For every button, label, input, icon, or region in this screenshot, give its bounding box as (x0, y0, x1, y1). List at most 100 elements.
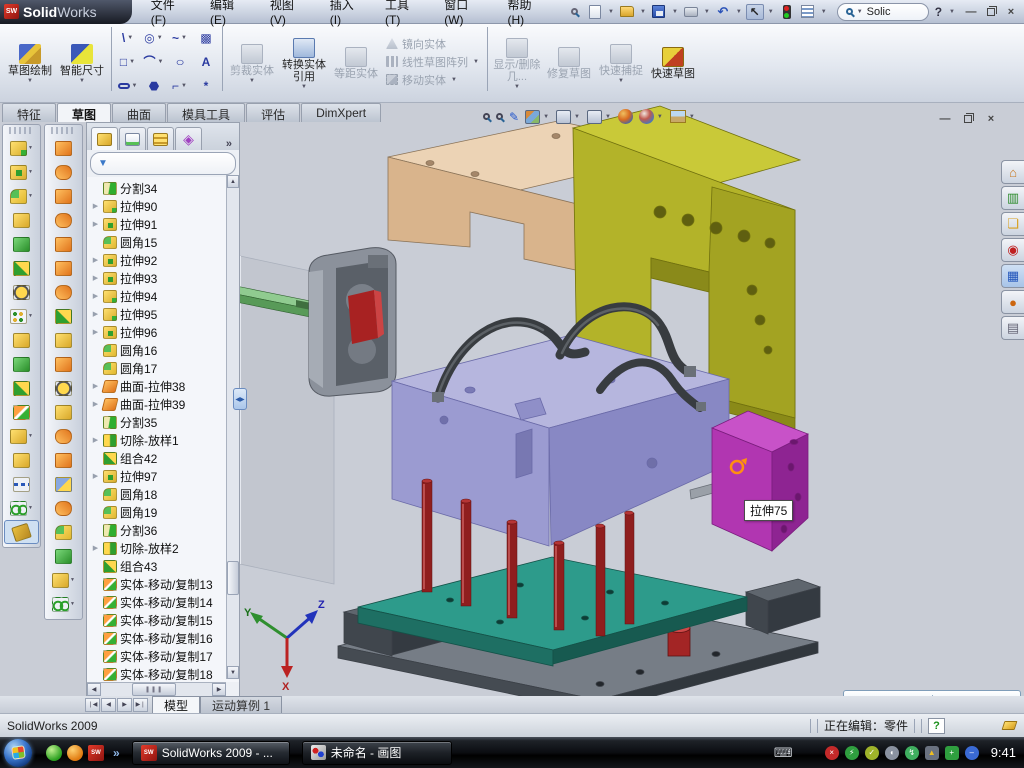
view-palette-icon[interactable]: ▦ (1001, 264, 1024, 288)
rectangle-tool[interactable]: □▼ (115, 50, 141, 74)
featuremanager-tree-tab[interactable] (91, 127, 118, 150)
network-warning-icon[interactable]: ▲ (925, 746, 939, 760)
dome-tool-icon[interactable] (45, 544, 82, 568)
tree-item[interactable]: 实体-移动/复制13 (89, 575, 239, 593)
print-icon[interactable] (682, 4, 700, 20)
undo-dropdown-icon[interactable]: ▼ (736, 9, 742, 15)
toolbar-grip[interactable] (9, 127, 34, 134)
keyboard-layout-icon[interactable]: ⌨ (774, 745, 793, 761)
tree-item[interactable]: ▶切除-放样1 (89, 431, 239, 449)
messenger-icon[interactable] (46, 745, 62, 761)
rapid-sketch-button[interactable]: 快速草图 (647, 43, 699, 80)
tree-item[interactable]: ▶拉伸93 (89, 269, 239, 287)
sketch-dropdown-icon[interactable]: ▼ (27, 78, 33, 84)
lofted-surface-icon[interactable] (45, 160, 82, 184)
volume-icon[interactable]: ◖ (885, 746, 899, 760)
offset-entities-button[interactable]: 等距实体 (330, 43, 382, 80)
scroll-thumb[interactable] (227, 561, 239, 595)
tree-item[interactable]: 圆角17 (89, 359, 239, 377)
tree-item[interactable]: 实体-移动/复制15 (89, 611, 239, 629)
filled-surface-icon[interactable] (45, 208, 82, 232)
planar-surface-icon[interactable] (45, 256, 82, 280)
save-icon[interactable] (650, 4, 668, 20)
prev-tab-icon[interactable]: ◀ (101, 698, 116, 712)
swept-surface-icon[interactable] (45, 136, 82, 160)
tree-item[interactable]: ▶拉伸91 (89, 215, 239, 233)
tree-item[interactable]: 分割35 (89, 413, 239, 431)
move-entities-button[interactable]: 移动实体▼ (386, 72, 480, 88)
fillet-tool-icon[interactable]: ▼ (3, 184, 40, 208)
tab-sketch[interactable]: 草图 (57, 103, 111, 122)
tree-filter-box[interactable]: ▼ (90, 152, 236, 175)
search-scope-dropdown-icon[interactable]: ▼ (857, 9, 863, 15)
hole-wizard-icon[interactable] (3, 280, 40, 304)
taskbar-button-paint[interactable]: 未命名 - 画图 (302, 741, 452, 765)
open-dropdown-icon[interactable]: ▼ (640, 9, 646, 15)
select-cursor-icon[interactable]: ↖ (746, 4, 764, 20)
sync-icon[interactable]: ↯ (905, 746, 919, 760)
property-manager-tab[interactable] (119, 127, 146, 150)
tree-item[interactable]: ▶曲面-拉伸39 (89, 395, 239, 413)
view-settings-icon[interactable]: ▼ (670, 110, 696, 123)
tree-item[interactable]: 圆角18 (89, 485, 239, 503)
tree-item[interactable]: ▶拉伸94 (89, 287, 239, 305)
new-document-icon[interactable] (586, 4, 604, 20)
quick-snaps-button[interactable]: 快速捕捉 ▼ (595, 40, 647, 84)
menu-view[interactable]: 视图(V) (261, 0, 319, 30)
search-box[interactable]: ▼ Solic (837, 3, 929, 21)
linear-sketch-pattern-button[interactable]: 线性草图阵列▼ (386, 54, 480, 70)
slot-tool[interactable]: ▼ (115, 74, 141, 98)
pin-icon[interactable] (565, 4, 583, 20)
tree-item[interactable]: 分割36 (89, 521, 239, 539)
security-alert-icon[interactable]: × (825, 746, 839, 760)
tab-motion-study[interactable]: 运动算例 1 (200, 696, 282, 713)
tree-item[interactable]: ▶拉伸96 (89, 323, 239, 341)
apply-scene-icon[interactable]: ▼ (639, 109, 664, 124)
split-tool-icon[interactable] (3, 376, 40, 400)
convert-entities-button[interactable]: 转换实体引用 ▼ (278, 34, 330, 90)
rebuild-traffic-light-icon[interactable] (778, 4, 796, 20)
scroll-left-icon[interactable]: ◀ (87, 683, 101, 696)
parting-line-icon[interactable] (45, 424, 82, 448)
zoom-to-fit-icon[interactable] (483, 113, 490, 120)
polygon-tool[interactable]: ⬣ (141, 74, 167, 98)
media-app-icon[interactable] (67, 745, 83, 761)
pattern-tool-icon[interactable]: ▼ (3, 304, 40, 328)
panel-splitter-handle[interactable]: ◀▶ (233, 388, 247, 410)
scroll-down-icon[interactable]: ▼ (227, 666, 239, 679)
antivirus-icon[interactable]: ⚡ (845, 746, 859, 760)
solidworks-resources-icon[interactable]: ◉ (1001, 238, 1024, 262)
dimxpert-manager-tab[interactable]: ◈ (175, 127, 202, 150)
scroll-thumb[interactable]: ❚❚❚ (132, 683, 176, 696)
badge-icon[interactable]: ✓ (865, 746, 879, 760)
search-input[interactable]: Solic (867, 6, 891, 18)
view-orientation-icon[interactable]: ▼ (525, 110, 550, 124)
untrim-surface-icon[interactable] (45, 376, 82, 400)
options-list-icon[interactable] (799, 4, 817, 20)
section-view-icon[interactable]: ✎ (509, 110, 519, 124)
hide-show-items-icon[interactable]: ▼ (587, 110, 612, 124)
options-dropdown-icon[interactable]: ▼ (821, 9, 827, 15)
tree-item[interactable]: ▶拉伸95 (89, 305, 239, 323)
panel-overflow-chevron-icon[interactable]: » (221, 138, 237, 150)
toolbar-grip[interactable] (51, 127, 76, 134)
user-status-icon[interactable]: – (965, 746, 979, 760)
next-tab-icon[interactable]: ▶ (117, 698, 132, 712)
tree-item[interactable]: ▶曲面-拉伸38 (89, 377, 239, 395)
tree-item[interactable]: 分割34 (89, 179, 239, 197)
tree-vertical-scrollbar[interactable]: ▲ ▼ (226, 175, 239, 679)
tree-horizontal-scrollbar[interactable]: ◀ ❚❚❚ ▶ (87, 682, 226, 696)
edit-appearance-icon[interactable] (618, 109, 633, 124)
tab-dimxpert[interactable]: DimXpert (301, 103, 381, 122)
parting-surface-icon[interactable] (45, 448, 82, 472)
shut-off-surface-icon[interactable] (45, 472, 82, 496)
tree-item[interactable]: 实体-移动/复制18 (89, 665, 239, 682)
tree-item[interactable]: 圆角19 (89, 503, 239, 521)
appearances-icon[interactable]: ● (1001, 290, 1024, 314)
menu-edit[interactable]: 编辑(E) (201, 0, 259, 30)
smart-dimension-button[interactable]: 智能尺寸 ▼ (56, 40, 108, 84)
mirror-tool-icon[interactable] (3, 328, 40, 352)
zoom-to-area-icon[interactable] (496, 113, 503, 120)
scroll-right-icon[interactable]: ▶ (212, 683, 226, 696)
help-button[interactable]: ? (932, 5, 945, 19)
